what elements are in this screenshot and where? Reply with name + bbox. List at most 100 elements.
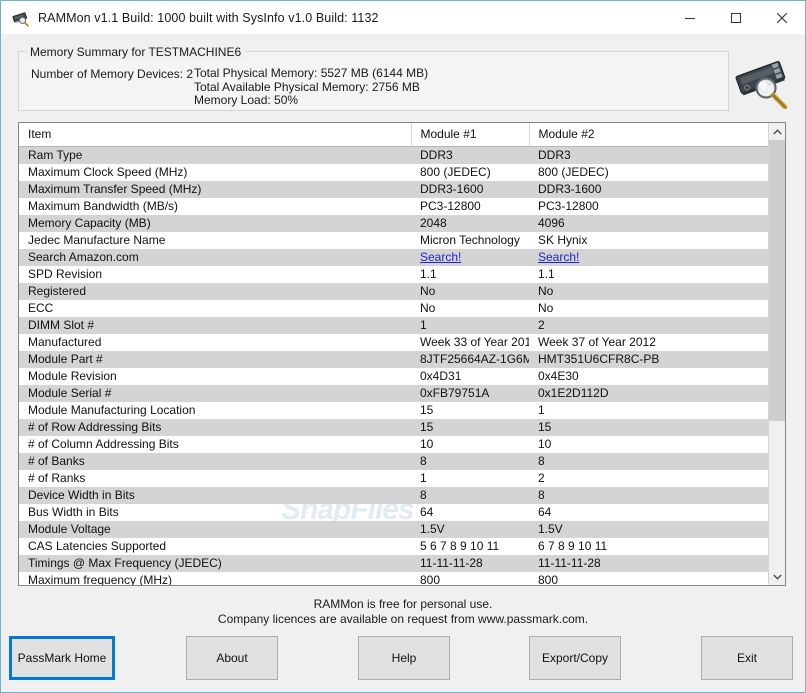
row-label: # of Row Addressing Bits (19, 418, 411, 436)
module-2-value: SK Hynix (538, 232, 588, 247)
module-2-value: 1.5V (529, 520, 768, 538)
footer-notice: RAMMon is free for personal use. Company… (1, 597, 805, 627)
module-1-value: 0x4D31 (420, 368, 462, 383)
table-body: Ram Type DDR3 DDR3 Maximum Clock Speed (MHz… (19, 146, 768, 585)
button-label: Exit (736, 651, 757, 665)
table-row[interactable]: Device Width in Bits 8 8 (19, 486, 768, 504)
row-label: Device Width in Bits (19, 486, 411, 504)
row-label: Maximum Transfer Speed (MHz) (19, 180, 411, 198)
module-2-value: 1.1 (538, 266, 555, 281)
table-row[interactable]: # of Row Addressing Bits 15 15 (19, 418, 768, 436)
table-row[interactable]: Bus Width in Bits 64 64 (19, 504, 768, 521)
module-2-value: DDR3 (529, 146, 768, 164)
column-header-item[interactable]: Item (19, 123, 412, 147)
scroll-down-arrow-icon[interactable] (769, 568, 785, 585)
table-row[interactable]: # of Ranks 1 2 (19, 470, 768, 487)
module-1-value: No (411, 282, 529, 300)
table-row[interactable]: Jedec Manufacture Name Micron Technology S… (19, 232, 768, 249)
amazon-search-link-module-1[interactable]: Search! (420, 250, 461, 264)
close-button[interactable] (759, 1, 805, 34)
row-label: Module Manufacturing Location (28, 402, 196, 417)
button-label: About (216, 651, 248, 665)
module-2-value: 15 (529, 418, 768, 436)
module-2-value: 2 (529, 316, 768, 334)
module-1-value: 1 (420, 470, 427, 485)
row-label: # of Ranks (28, 470, 86, 485)
table-row[interactable]: Maximum Transfer Speed (MHz) DDR3-1600 DDR… (19, 180, 768, 198)
row-label: Module Voltage (19, 520, 411, 538)
table-row[interactable]: Registered No No (19, 282, 768, 300)
table-row[interactable]: Manufactured Week 33 of Year 2012 Week 37 … (19, 334, 768, 351)
table-row[interactable]: Search Amazon.com Search! Search! (19, 248, 768, 266)
minimize-button[interactable] (667, 1, 713, 34)
table-row[interactable]: Module Manufacturing Location 15 1 (19, 402, 768, 419)
memory-summary-legend: Memory Summary for TESTMACHINE6 (26, 45, 246, 59)
export-copy-button[interactable]: Export/Copy (529, 636, 621, 680)
table-row[interactable]: Timings @ Max Frequency (JEDEC) 11-11-11-… (19, 554, 768, 572)
table-header-row: Item Module #1 Module #2 (19, 123, 768, 147)
memory-stats: Total Physical Memory: 5527 MB (6144 MB)… (194, 66, 428, 108)
exit-button[interactable]: Exit (701, 636, 793, 680)
table-row[interactable]: Ram Type DDR3 DDR3 (19, 146, 768, 164)
table-row[interactable]: DIMM Slot #1 2 (19, 316, 768, 334)
module-2-value[interactable]: Search! (529, 248, 768, 266)
table-row[interactable]: Module Part #8JTF25664AZ-1G6M1 HMT351U6CF… (19, 350, 768, 368)
module-2-value: 800 (538, 572, 559, 586)
scrollbar-thumb[interactable] (769, 140, 785, 421)
module-1-value: 11-11-11-28 (411, 554, 529, 572)
help-button[interactable]: Help (358, 636, 450, 680)
row-label: Search Amazon.com (19, 248, 411, 266)
rammon-window: RAMMon v1.1 Build: 1000 built with SysIn… (0, 0, 806, 693)
module-2-value: PC3-12800 (538, 198, 599, 213)
passmark-home-button[interactable]: PassMark Home (9, 636, 115, 680)
row-label: Module Revision (28, 368, 117, 383)
row-label: Maximum Bandwidth (MB/s) (28, 198, 179, 213)
module-1-value: 2048 (411, 214, 529, 232)
table-row[interactable]: Memory Capacity (MB) 2048 4096 (19, 214, 768, 232)
row-label: Module Part # (19, 350, 411, 368)
module-1-value: DDR3-1600 (411, 180, 529, 198)
module-1-value: 10 (420, 436, 434, 451)
table-row[interactable]: # of Banks 8 8 (19, 452, 768, 470)
module-1-value: 5 6 7 8 9 10 11 (420, 538, 500, 553)
row-label: Module Serial # (19, 384, 411, 402)
table-row[interactable]: SPD Revision 1.1 1.1 (19, 266, 768, 283)
table-row[interactable]: ECC No No (19, 300, 768, 317)
column-header-module-2[interactable]: Module #2 (529, 123, 768, 147)
table-row[interactable]: Maximum frequency (MHz) 800 800 (19, 572, 768, 586)
row-label: Registered (19, 282, 411, 300)
button-label: Help (391, 651, 417, 665)
table-vertical-scrollbar[interactable] (768, 123, 785, 585)
maximize-button[interactable] (713, 1, 759, 34)
module-2-value: 11-11-11-28 (529, 554, 768, 572)
table-row[interactable]: # of Column Addressing Bits 10 10 (19, 436, 768, 453)
module-1-value: 1.5V (411, 520, 529, 538)
module-1-value: 15 (411, 418, 529, 436)
table-row[interactable]: Maximum Bandwidth (MB/s) PC3-12800 PC3-128… (19, 198, 768, 215)
module-2-value: No (529, 282, 768, 300)
module-2-value: 6 7 8 9 10 11 (538, 538, 608, 553)
module-1-value[interactable]: Search! (411, 248, 529, 266)
table-row[interactable]: Maximum Clock Speed (MHz) 800 (JEDEC) 800 … (19, 164, 768, 181)
module-2-value: HMT351U6CFR8C-PB (529, 350, 768, 368)
table-row[interactable]: Module Revision 0x4D31 0x4E30 (19, 368, 768, 385)
row-label: ECC (28, 300, 54, 315)
module-2-value: 4096 (529, 214, 768, 232)
table-row[interactable]: Module Voltage 1.5V 1.5V (19, 520, 768, 538)
module-2-value: 0x1E2D112D (529, 384, 768, 402)
module-1-value: Week 33 of Year 2012 (420, 334, 529, 349)
row-label: Timings @ Max Frequency (JEDEC) (19, 554, 411, 572)
row-label: # of Column Addressing Bits (28, 436, 179, 451)
scroll-up-arrow-icon[interactable] (769, 123, 785, 140)
table-row[interactable]: Module Serial #0xFB79751A 0x1E2D112D (19, 384, 768, 402)
table-row[interactable]: CAS Latencies Supported 5 6 7 8 9 10 11 6 … (19, 538, 768, 555)
memory-device-count: Number of Memory Devices: 2 (31, 67, 194, 81)
table-viewport: Item Module #1 Module #2 Ram Type DDR3 DDR… (19, 123, 768, 585)
amazon-search-link-module-2[interactable]: Search! (538, 250, 579, 264)
module-2-value: 64 (538, 504, 552, 519)
about-button[interactable]: About (186, 636, 278, 680)
module-1-value: 0xFB79751A (411, 384, 529, 402)
footer-line-1: RAMMon is free for personal use. (313, 597, 493, 611)
row-label: SPD Revision (28, 266, 103, 281)
column-header-module-1[interactable]: Module #1 (411, 123, 530, 147)
